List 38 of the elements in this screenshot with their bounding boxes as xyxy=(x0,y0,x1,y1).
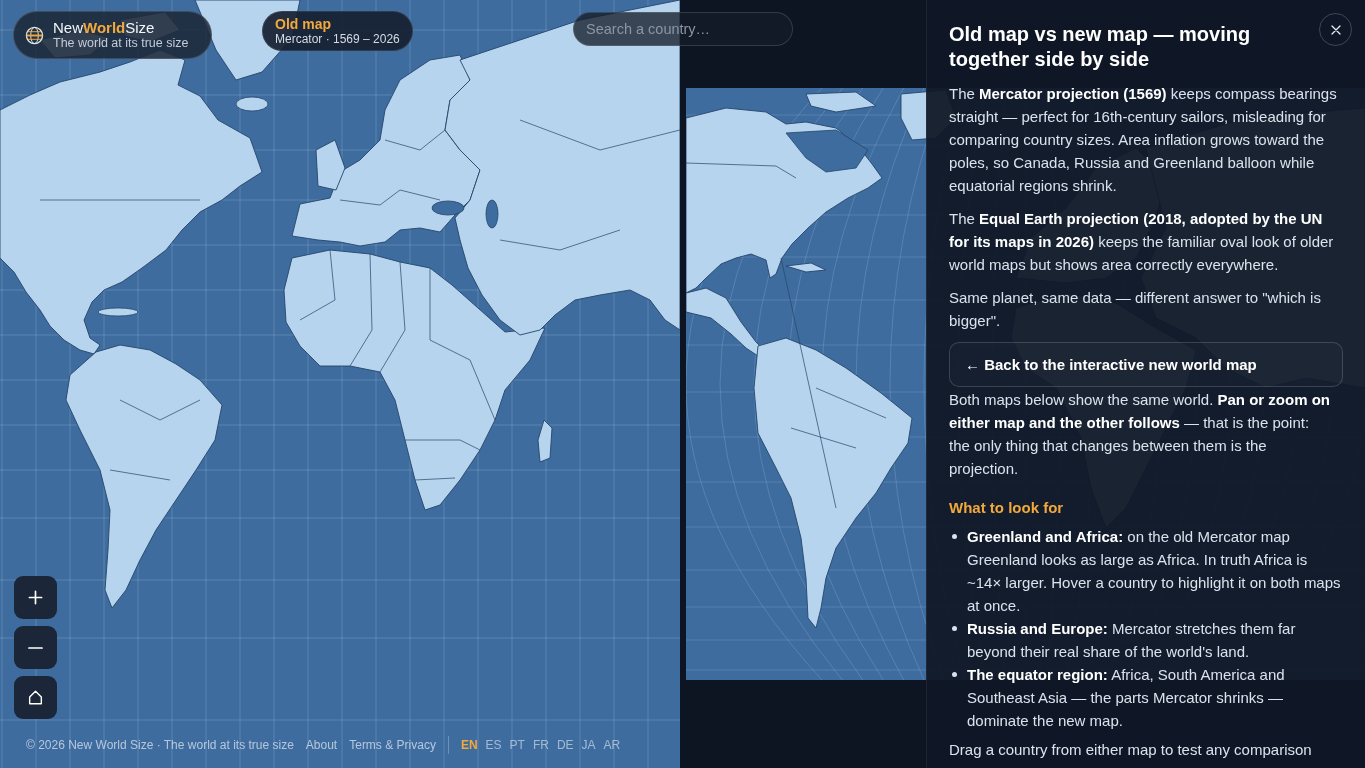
tip-text: Greenland and Africa: on the old Mercator map Greenland looks as large as Africa. In truth Africa is ~14× larger. Hover a country to highlight it on both maps at once. xyxy=(967,527,1342,616)
copyright-text: © 2026 New World Size · The world at its true size xyxy=(26,737,294,753)
closing-text: Drag a country from either map to test any comparison xyxy=(949,740,1313,760)
info-paragraph: The Equal Earth projection (2018, adopted by the UN for its maps in 2026) keeps the familiar oval look of older world maps but shows area correctly everywhere. xyxy=(949,209,1335,275)
brand-badge[interactable]: NewWorldSize The world at its true size xyxy=(13,11,212,59)
language-link[interactable]: ES xyxy=(485,737,502,753)
map-label-subtitle: Mercator · 1569 – 2026 xyxy=(275,31,400,47)
tip-text: The equator region: Africa, South America and Southeast Asia — the parts Mercator shrinks — dominate the new map. xyxy=(967,665,1286,731)
map-label-title: Old map xyxy=(275,15,332,32)
language-link[interactable]: DE xyxy=(556,737,574,753)
bullet-icon xyxy=(952,626,957,631)
language-link[interactable]: AR xyxy=(603,737,621,753)
plus-icon xyxy=(28,590,43,605)
info-paragraph: Same planet, same data — different answer to "which is bigger". xyxy=(949,288,1322,331)
bullet-icon xyxy=(952,534,957,539)
home-icon xyxy=(28,690,43,705)
language-link[interactable]: PT xyxy=(509,737,525,753)
bullet-icon xyxy=(952,672,957,677)
brand-name: NewWorldSize xyxy=(53,19,156,36)
globe-icon xyxy=(25,25,44,45)
back-button[interactable]: ← Back to the interactive new world map xyxy=(949,342,1343,387)
panel-title: Old map vs new map — moving together side by side xyxy=(949,22,1252,72)
language-link[interactable]: FR xyxy=(532,737,549,753)
tip-text: Russia and Europe: Mercator stretches them far beyond their real share of the world's land. xyxy=(967,619,1297,662)
close-icon xyxy=(1330,24,1341,35)
footer-link[interactable]: Terms & Privacy xyxy=(349,737,436,753)
brand-tagline: The world at its true size xyxy=(53,36,189,51)
search-field[interactable]: Search a country… xyxy=(573,12,793,46)
zoom-in-button[interactable] xyxy=(14,576,57,619)
language-link[interactable]: EN xyxy=(460,737,478,753)
home-button[interactable] xyxy=(14,676,57,719)
info-paragraph: Both maps below show the same world. Pan or zoom on either map and the other follows — that is the point: the only thing that changes between them is the projection. xyxy=(949,390,1331,479)
language-link[interactable]: JA xyxy=(581,737,596,753)
footer-link[interactable]: About xyxy=(305,737,338,753)
minus-icon xyxy=(28,646,43,649)
zoom-out-button[interactable] xyxy=(14,626,57,669)
section-heading: What to look for xyxy=(949,498,1065,518)
info-paragraph: The Mercator projection (1569) keeps compass bearings straight — perfect for 16th-century sailors, misleading for comparing country sizes. Area inflation grows toward the poles, so Canada, Russia and Greenland balloon while equatorial regions shrink. xyxy=(949,84,1338,196)
